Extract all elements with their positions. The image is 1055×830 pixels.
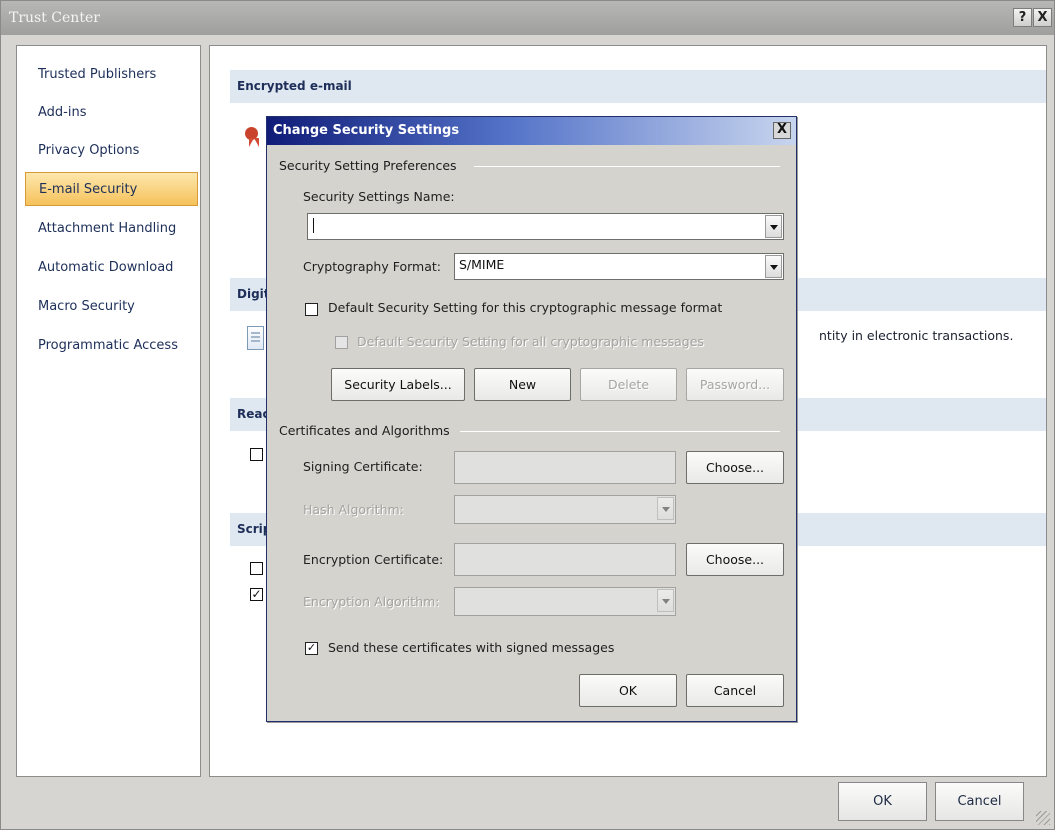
choose-encryption-certificate-button[interactable]: Choose... — [686, 543, 784, 576]
password-button: Password... — [686, 368, 784, 401]
choose-signing-certificate-button[interactable]: Choose... — [686, 451, 784, 484]
trust-center-sidebar: Trusted Publishers Add-ins Privacy Optio… — [16, 45, 201, 777]
chevron-down-icon[interactable] — [765, 215, 782, 238]
dialog-title: Change Security Settings — [267, 117, 796, 145]
default-all-label: Default Security Setting for all cryptog… — [357, 334, 704, 349]
window-close-button[interactable]: X — [1033, 8, 1052, 27]
chevron-down-icon — [657, 497, 674, 520]
default-format-checkbox[interactable] — [305, 303, 318, 316]
cryptography-format-label: Cryptography Format: — [303, 259, 441, 274]
help-button[interactable]: ? — [1013, 8, 1032, 27]
encryption-algorithm-select — [454, 587, 676, 616]
hash-algorithm-label: Hash Algorithm: — [303, 502, 404, 517]
default-format-label: Default Security Setting for this crypto… — [328, 300, 723, 315]
security-settings-name-label: Security Settings Name: — [303, 189, 455, 204]
digital-id-document-icon — [247, 326, 264, 350]
chevron-down-icon[interactable] — [765, 255, 782, 278]
send-certificates-label: Send these certificates with signed mess… — [328, 640, 615, 655]
sidebar-item-attachment-handling[interactable]: Attachment Handling — [25, 212, 198, 246]
certificates-divider — [460, 431, 780, 432]
security-labels-button[interactable]: Security Labels... — [331, 368, 465, 401]
sidebar-item-privacy-options[interactable]: Privacy Options — [25, 134, 198, 168]
send-certificates-checkbox[interactable]: ✓ — [305, 642, 318, 655]
sidebar-item-email-security[interactable]: E-mail Security — [25, 172, 198, 206]
new-button[interactable]: New — [474, 368, 571, 401]
dialog-cancel-button[interactable]: Cancel — [686, 674, 784, 707]
signing-certificate-field — [454, 451, 676, 484]
trust-center-ok-button[interactable]: OK — [838, 782, 927, 821]
security-settings-name-combobox[interactable] — [307, 213, 784, 240]
default-all-checkbox — [335, 336, 348, 349]
hash-algorithm-select — [454, 495, 676, 524]
text-cursor — [313, 218, 314, 233]
sidebar-item-add-ins[interactable]: Add-ins — [25, 96, 198, 130]
cryptography-format-select[interactable]: S/MIME — [454, 253, 784, 280]
encryption-certificate-field — [454, 543, 676, 576]
digital-id-description: ntity in electronic transactions. — [819, 328, 1014, 343]
preferences-divider — [474, 166, 780, 167]
certificate-ribbon-icon — [244, 127, 260, 147]
script-checkbox-1[interactable] — [250, 562, 263, 575]
trust-center-cancel-button[interactable]: Cancel — [935, 782, 1024, 821]
chevron-down-icon — [657, 589, 674, 612]
encrypted-email-section-title: Encrypted e-mail — [230, 70, 1046, 103]
script-checkbox-2[interactable]: ✓ — [250, 588, 263, 601]
plain-text-checkbox[interactable] — [250, 448, 263, 461]
signing-certificate-label: Signing Certificate: — [303, 459, 423, 474]
dialog-ok-button[interactable]: OK — [579, 674, 677, 707]
delete-button: Delete — [580, 368, 677, 401]
resize-grip[interactable] — [1036, 811, 1050, 825]
change-security-settings-dialog: Change Security Settings X Security Sett… — [266, 116, 797, 722]
security-setting-preferences-label: Security Setting Preferences — [279, 158, 457, 173]
encryption-algorithm-label: Encryption Algorithm: — [303, 594, 440, 609]
sidebar-item-programmatic-access[interactable]: Programmatic Access — [25, 329, 198, 363]
dialog-close-button[interactable]: X — [773, 122, 791, 139]
sidebar-item-trusted-publishers[interactable]: Trusted Publishers — [25, 58, 198, 92]
sidebar-item-automatic-download[interactable]: Automatic Download — [25, 251, 198, 285]
sidebar-item-macro-security[interactable]: Macro Security — [25, 290, 198, 324]
encryption-certificate-label: Encryption Certificate: — [303, 552, 444, 567]
window-title: Trust Center — [1, 1, 1054, 35]
certificates-and-algorithms-label: Certificates and Algorithms — [279, 423, 450, 438]
cryptography-format-value: S/MIME — [459, 257, 505, 272]
